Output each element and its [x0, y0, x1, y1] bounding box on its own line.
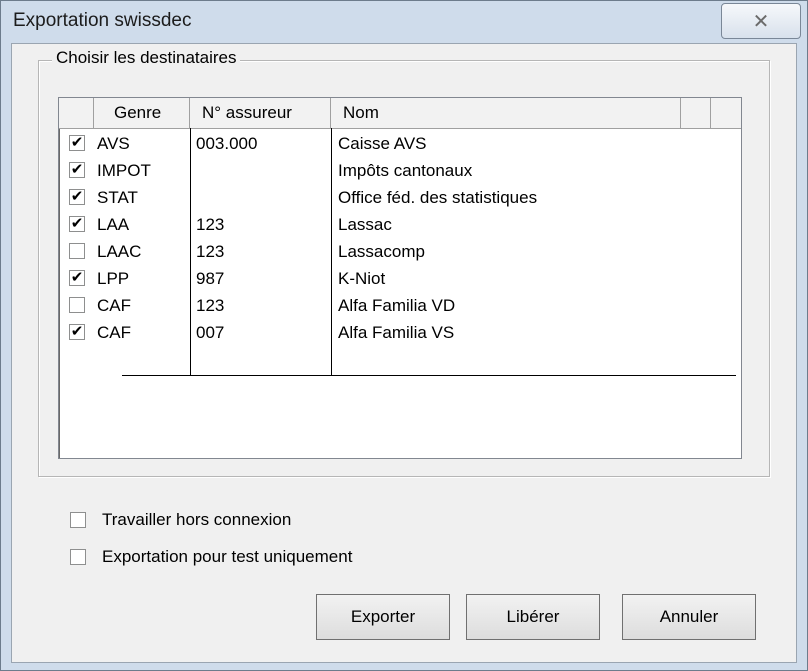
- genre-cell: CAF: [97, 323, 131, 342]
- genre-cell: AVS: [97, 134, 130, 153]
- offline-checkbox[interactable]: [70, 512, 86, 528]
- assureur-cell: 123: [196, 215, 225, 234]
- offline-label: Travailler hors connexion: [102, 510, 292, 529]
- close-icon: ✕: [752, 10, 770, 33]
- nom-cell: Impôts cantonaux: [338, 161, 473, 180]
- list-header: Genre N° assureur Nom: [59, 98, 741, 129]
- genre-cell: LPP: [97, 269, 130, 288]
- groupbox-label: Choisir les destinataires: [52, 48, 241, 68]
- release-button[interactable]: Libérer: [466, 594, 600, 640]
- row-checkbox[interactable]: ✔: [69, 216, 85, 232]
- test-checkbox[interactable]: [70, 549, 86, 565]
- row-checkbox[interactable]: [69, 297, 85, 313]
- table-row[interactable]: ✔ CAF 007 Alfa Familia VS: [59, 319, 741, 346]
- title-bar: Exportation swissdec ✕: [1, 1, 807, 45]
- table-row[interactable]: ✔ LPP 987 K-Niot: [59, 265, 741, 292]
- nom-cell: K-Niot: [338, 269, 386, 288]
- table-row[interactable]: ✔ STAT Office féd. des statistiques: [59, 184, 741, 211]
- recipients-list[interactable]: Genre N° assureur Nom ✔ AVS 003.000 Caisse …: [58, 97, 742, 459]
- nom-cell: Alfa Familia VD: [338, 296, 456, 315]
- row-checkbox[interactable]: ✔: [69, 270, 85, 286]
- header-extra-column[interactable]: [681, 98, 711, 128]
- header-genre[interactable]: Genre: [94, 98, 190, 128]
- row-checkbox[interactable]: ✔: [69, 135, 85, 151]
- table-row[interactable]: LAAC 123 Lassacomp: [59, 238, 741, 265]
- nom-cell: Alfa Familia VS: [338, 323, 455, 342]
- genre-cell: LAA: [97, 215, 130, 234]
- export-button[interactable]: Exporter: [316, 594, 450, 640]
- window-title: Exportation swissdec: [13, 10, 192, 31]
- rows-bottom-line: [122, 375, 736, 376]
- assureur-cell: 123: [196, 296, 225, 315]
- assureur-cell: 007: [196, 323, 225, 342]
- header-nom[interactable]: Nom: [331, 98, 681, 128]
- column-divider: [190, 128, 191, 376]
- test-label: Exportation pour test uniquement: [102, 547, 353, 566]
- genre-cell: STAT: [97, 188, 138, 207]
- offline-option[interactable]: Travailler hors connexion: [70, 510, 291, 530]
- nom-cell: Lassac: [338, 215, 392, 234]
- column-divider: [331, 128, 332, 376]
- assureur-cell: 003.000: [196, 134, 258, 153]
- header-assureur[interactable]: N° assureur: [190, 98, 331, 128]
- table-row[interactable]: ✔ AVS 003.000 Caisse AVS: [59, 130, 741, 157]
- nom-cell: Caisse AVS: [338, 134, 427, 153]
- row-checkbox[interactable]: ✔: [69, 189, 85, 205]
- test-option[interactable]: Exportation pour test uniquement: [70, 547, 352, 567]
- row-checkbox[interactable]: ✔: [69, 324, 85, 340]
- nom-cell: Office féd. des statistiques: [338, 188, 538, 207]
- genre-cell: LAAC: [97, 242, 142, 261]
- row-checkbox[interactable]: ✔: [69, 162, 85, 178]
- header-check-column[interactable]: [59, 98, 94, 128]
- table-row[interactable]: ✔ LAA 123 Lassac: [59, 211, 741, 238]
- table-row[interactable]: ✔ IMPOT Impôts cantonaux: [59, 157, 741, 184]
- genre-cell: CAF: [97, 296, 131, 315]
- close-button[interactable]: ✕: [721, 3, 801, 39]
- nom-cell: Lassacomp: [338, 242, 425, 261]
- table-row[interactable]: CAF 123 Alfa Familia VD: [59, 292, 741, 319]
- row-checkbox[interactable]: [69, 243, 85, 259]
- assureur-cell: 987: [196, 269, 225, 288]
- genre-cell: IMPOT: [97, 161, 151, 180]
- cancel-button[interactable]: Annuler: [622, 594, 756, 640]
- assureur-cell: 123: [196, 242, 225, 261]
